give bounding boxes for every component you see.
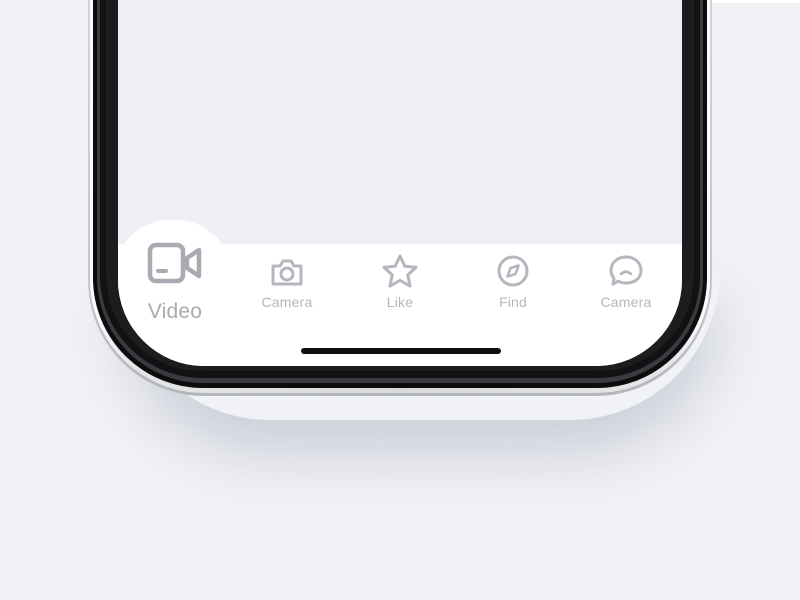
tab-find-label: Find: [498, 294, 528, 310]
star-icon: [382, 254, 418, 288]
tab-camera-2[interactable]: Camera: [576, 254, 676, 310]
chat-bubble-icon: [609, 255, 643, 286]
compass-icon: [497, 255, 529, 287]
tab-video-label: Video: [147, 300, 203, 323]
tab-camera-label: Camera: [261, 294, 313, 310]
phone-screen: Video Camera Like Find Camera: [118, 0, 682, 366]
backdrop-band: [700, 0, 800, 3]
tab-camera[interactable]: Camera: [237, 256, 337, 310]
tab-camera-2-label: Camera: [600, 294, 652, 310]
stage: Video Camera Like Find Camera: [0, 0, 800, 600]
camera-icon: [271, 259, 303, 286]
home-indicator[interactable]: [301, 348, 501, 354]
tab-like[interactable]: Like: [350, 254, 450, 310]
tab-like-label: Like: [386, 294, 414, 310]
tab-find[interactable]: Find: [463, 254, 563, 310]
tab-video[interactable]: Video: [125, 242, 225, 324]
video-camera-icon: [147, 242, 202, 284]
